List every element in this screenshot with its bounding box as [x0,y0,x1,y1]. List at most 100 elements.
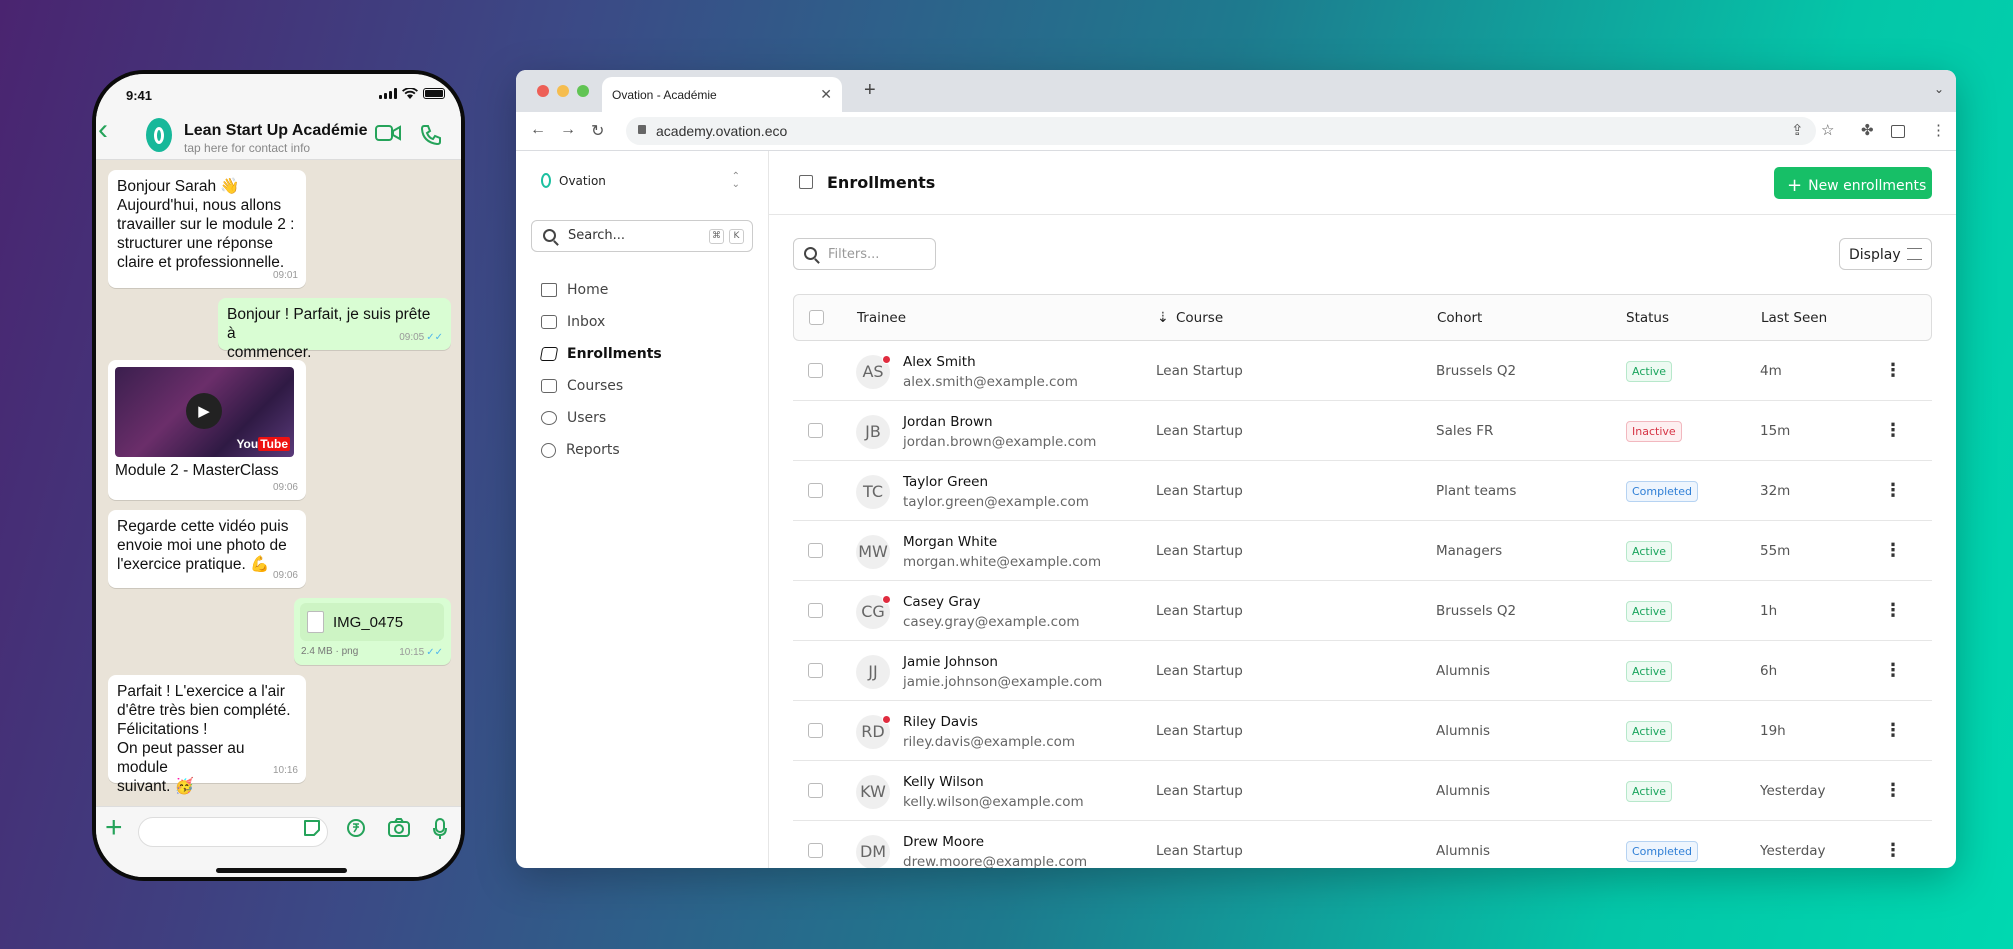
message-video[interactable]: ▶ You Tube Module 2 - MasterClass 09:06 [108,360,306,500]
row-checkbox[interactable] [808,543,823,558]
message-input[interactable] [138,817,328,847]
payment-icon[interactable] [346,818,366,838]
avatar: TC [856,475,890,509]
last-seen-cell: 1h [1760,603,1778,619]
home-indicator[interactable] [216,868,347,873]
new-enrollments-button[interactable]: + New enrollments [1774,167,1932,199]
back-icon[interactable]: ← [530,121,546,139]
trainee-name[interactable]: Riley Davis [903,714,978,730]
trainee-name[interactable]: Taylor Green [903,474,988,490]
message-time: 09:06 [272,482,298,493]
trainee-name[interactable]: Kelly Wilson [903,774,984,790]
app: Ovation ⌃ ⌄ Search... ⌘ K Home Inbox Enro… [516,151,1956,868]
row-checkbox[interactable] [808,723,823,738]
row-menu-icon[interactable]: ⋮ [1884,422,1902,440]
chevron-down-icon[interactable]: ⌄ [1934,82,1944,96]
row-checkbox[interactable] [808,783,823,798]
row-checkbox[interactable] [808,483,823,498]
table-row[interactable]: TC Taylor Green taylor.green@example.com Le… [793,461,1932,521]
table-row[interactable]: CG Casey Gray casey.gray@example.com Lean S… [793,581,1932,641]
file-attachment[interactable]: IMG_0475 [300,603,444,641]
trainee-name[interactable]: Jordan Brown [903,414,993,430]
column-trainee[interactable]: Trainee [857,310,906,326]
column-cohort[interactable]: Cohort [1437,310,1482,326]
video-thumbnail[interactable]: ▶ You Tube [115,367,294,457]
notification-dot [882,595,891,604]
star-icon[interactable]: ☆ [1821,121,1834,139]
column-course[interactable]: Course [1176,310,1223,326]
forward-icon[interactable]: → [560,121,576,139]
status-badge: Completed [1626,841,1698,862]
plus-icon[interactable]: + [105,811,123,845]
chevron-updown-icon[interactable]: ⌃ ⌄ [732,172,740,190]
contact-avatar[interactable] [146,118,172,152]
table-row[interactable]: MW Morgan White morgan.white@example.com Le… [793,521,1932,581]
maximize-window-icon[interactable] [577,85,589,97]
row-checkbox[interactable] [808,843,823,858]
video-call-icon[interactable] [375,124,401,142]
trainee-name[interactable]: Jamie Johnson [903,654,998,670]
message-file[interactable]: IMG_0475 2.4 MB · png 10:15 ✓✓ [294,598,451,665]
trainee-name[interactable]: Alex Smith [903,354,976,370]
cohort-cell: Alumnis [1436,843,1491,859]
trainee-name[interactable]: Casey Gray [903,594,981,610]
more-icon[interactable]: ⋮ [1931,121,1946,139]
row-checkbox[interactable] [808,663,823,678]
phone-call-icon[interactable] [420,124,442,146]
table-row[interactable]: RD Riley Davis riley.davis@example.com Lean… [793,701,1932,761]
sticker-icon[interactable] [302,818,322,838]
inbox-icon [541,315,557,329]
sidebar-item-home[interactable]: Home [541,274,662,306]
close-window-icon[interactable] [537,85,549,97]
table-row[interactable]: JJ Jamie Johnson jamie.johnson@example.com… [793,641,1932,701]
sort-icon[interactable]: ⇣ [1157,310,1169,326]
sidebar-toggle-icon[interactable] [799,175,813,189]
url-field[interactable]: academy.ovation.eco [626,117,1816,145]
close-tab-icon[interactable]: ✕ [820,86,832,103]
search-input[interactable]: Search... ⌘ K [531,220,753,252]
message-composer: + [96,806,461,877]
filters-input[interactable]: Filters... [793,238,936,270]
table-row[interactable]: AS Alex Smith alex.smith@example.com Lean S… [793,341,1932,401]
reload-icon[interactable]: ↻ [591,121,604,141]
new-tab-icon[interactable]: + [864,79,876,102]
trainee-name[interactable]: Drew Moore [903,834,984,850]
display-button[interactable]: Display [1839,238,1932,270]
sidebar-item-inbox[interactable]: Inbox [541,306,662,338]
org-switcher[interactable]: Ovation [541,173,606,188]
select-all-checkbox[interactable] [809,310,824,325]
share-icon[interactable]: ⇪ [1791,121,1804,139]
sidebar-item-enrollments[interactable]: Enrollments [539,338,662,370]
row-menu-icon[interactable]: ⋮ [1884,542,1902,560]
sidebar-item-courses[interactable]: Courses [541,370,662,402]
row-menu-icon[interactable]: ⋮ [1884,782,1902,800]
play-icon[interactable]: ▶ [186,393,222,429]
microphone-icon[interactable] [433,818,447,840]
sidebar-item-users[interactable]: Users [541,402,662,434]
contact-name[interactable]: Lean Start Up Académie [184,122,367,140]
camera-icon[interactable] [388,818,410,838]
row-checkbox[interactable] [808,423,823,438]
row-menu-icon[interactable]: ⋮ [1884,602,1902,620]
table-row[interactable]: JB Jordan Brown jordan.brown@example.com Le… [793,401,1932,461]
row-menu-icon[interactable]: ⋮ [1884,662,1902,680]
row-menu-icon[interactable]: ⋮ [1884,722,1902,740]
back-arrow-icon[interactable]: ‹ [98,115,122,146]
trainee-name[interactable]: Morgan White [903,534,997,550]
table-row[interactable]: DM Drew Moore drew.moore@example.com Lean S… [793,821,1932,868]
contact-subtitle[interactable]: tap here for contact info [184,141,310,155]
battery-icon [423,88,445,99]
side-panel-icon[interactable] [1891,125,1905,138]
column-last-seen[interactable]: Last Seen [1761,310,1827,326]
row-checkbox[interactable] [808,363,823,378]
minimize-window-icon[interactable] [557,85,569,97]
row-menu-icon[interactable]: ⋮ [1884,482,1902,500]
table-row[interactable]: KW Kelly Wilson kelly.wilson@example.com Le… [793,761,1932,821]
row-menu-icon[interactable]: ⋮ [1884,842,1902,860]
extensions-icon[interactable]: ✤ [1861,121,1874,139]
column-status[interactable]: Status [1626,310,1669,326]
row-checkbox[interactable] [808,603,823,618]
sidebar-item-reports[interactable]: Reports [541,434,662,466]
browser-tab[interactable]: Ovation - Académie ✕ [602,77,842,112]
row-menu-icon[interactable]: ⋮ [1884,362,1902,380]
